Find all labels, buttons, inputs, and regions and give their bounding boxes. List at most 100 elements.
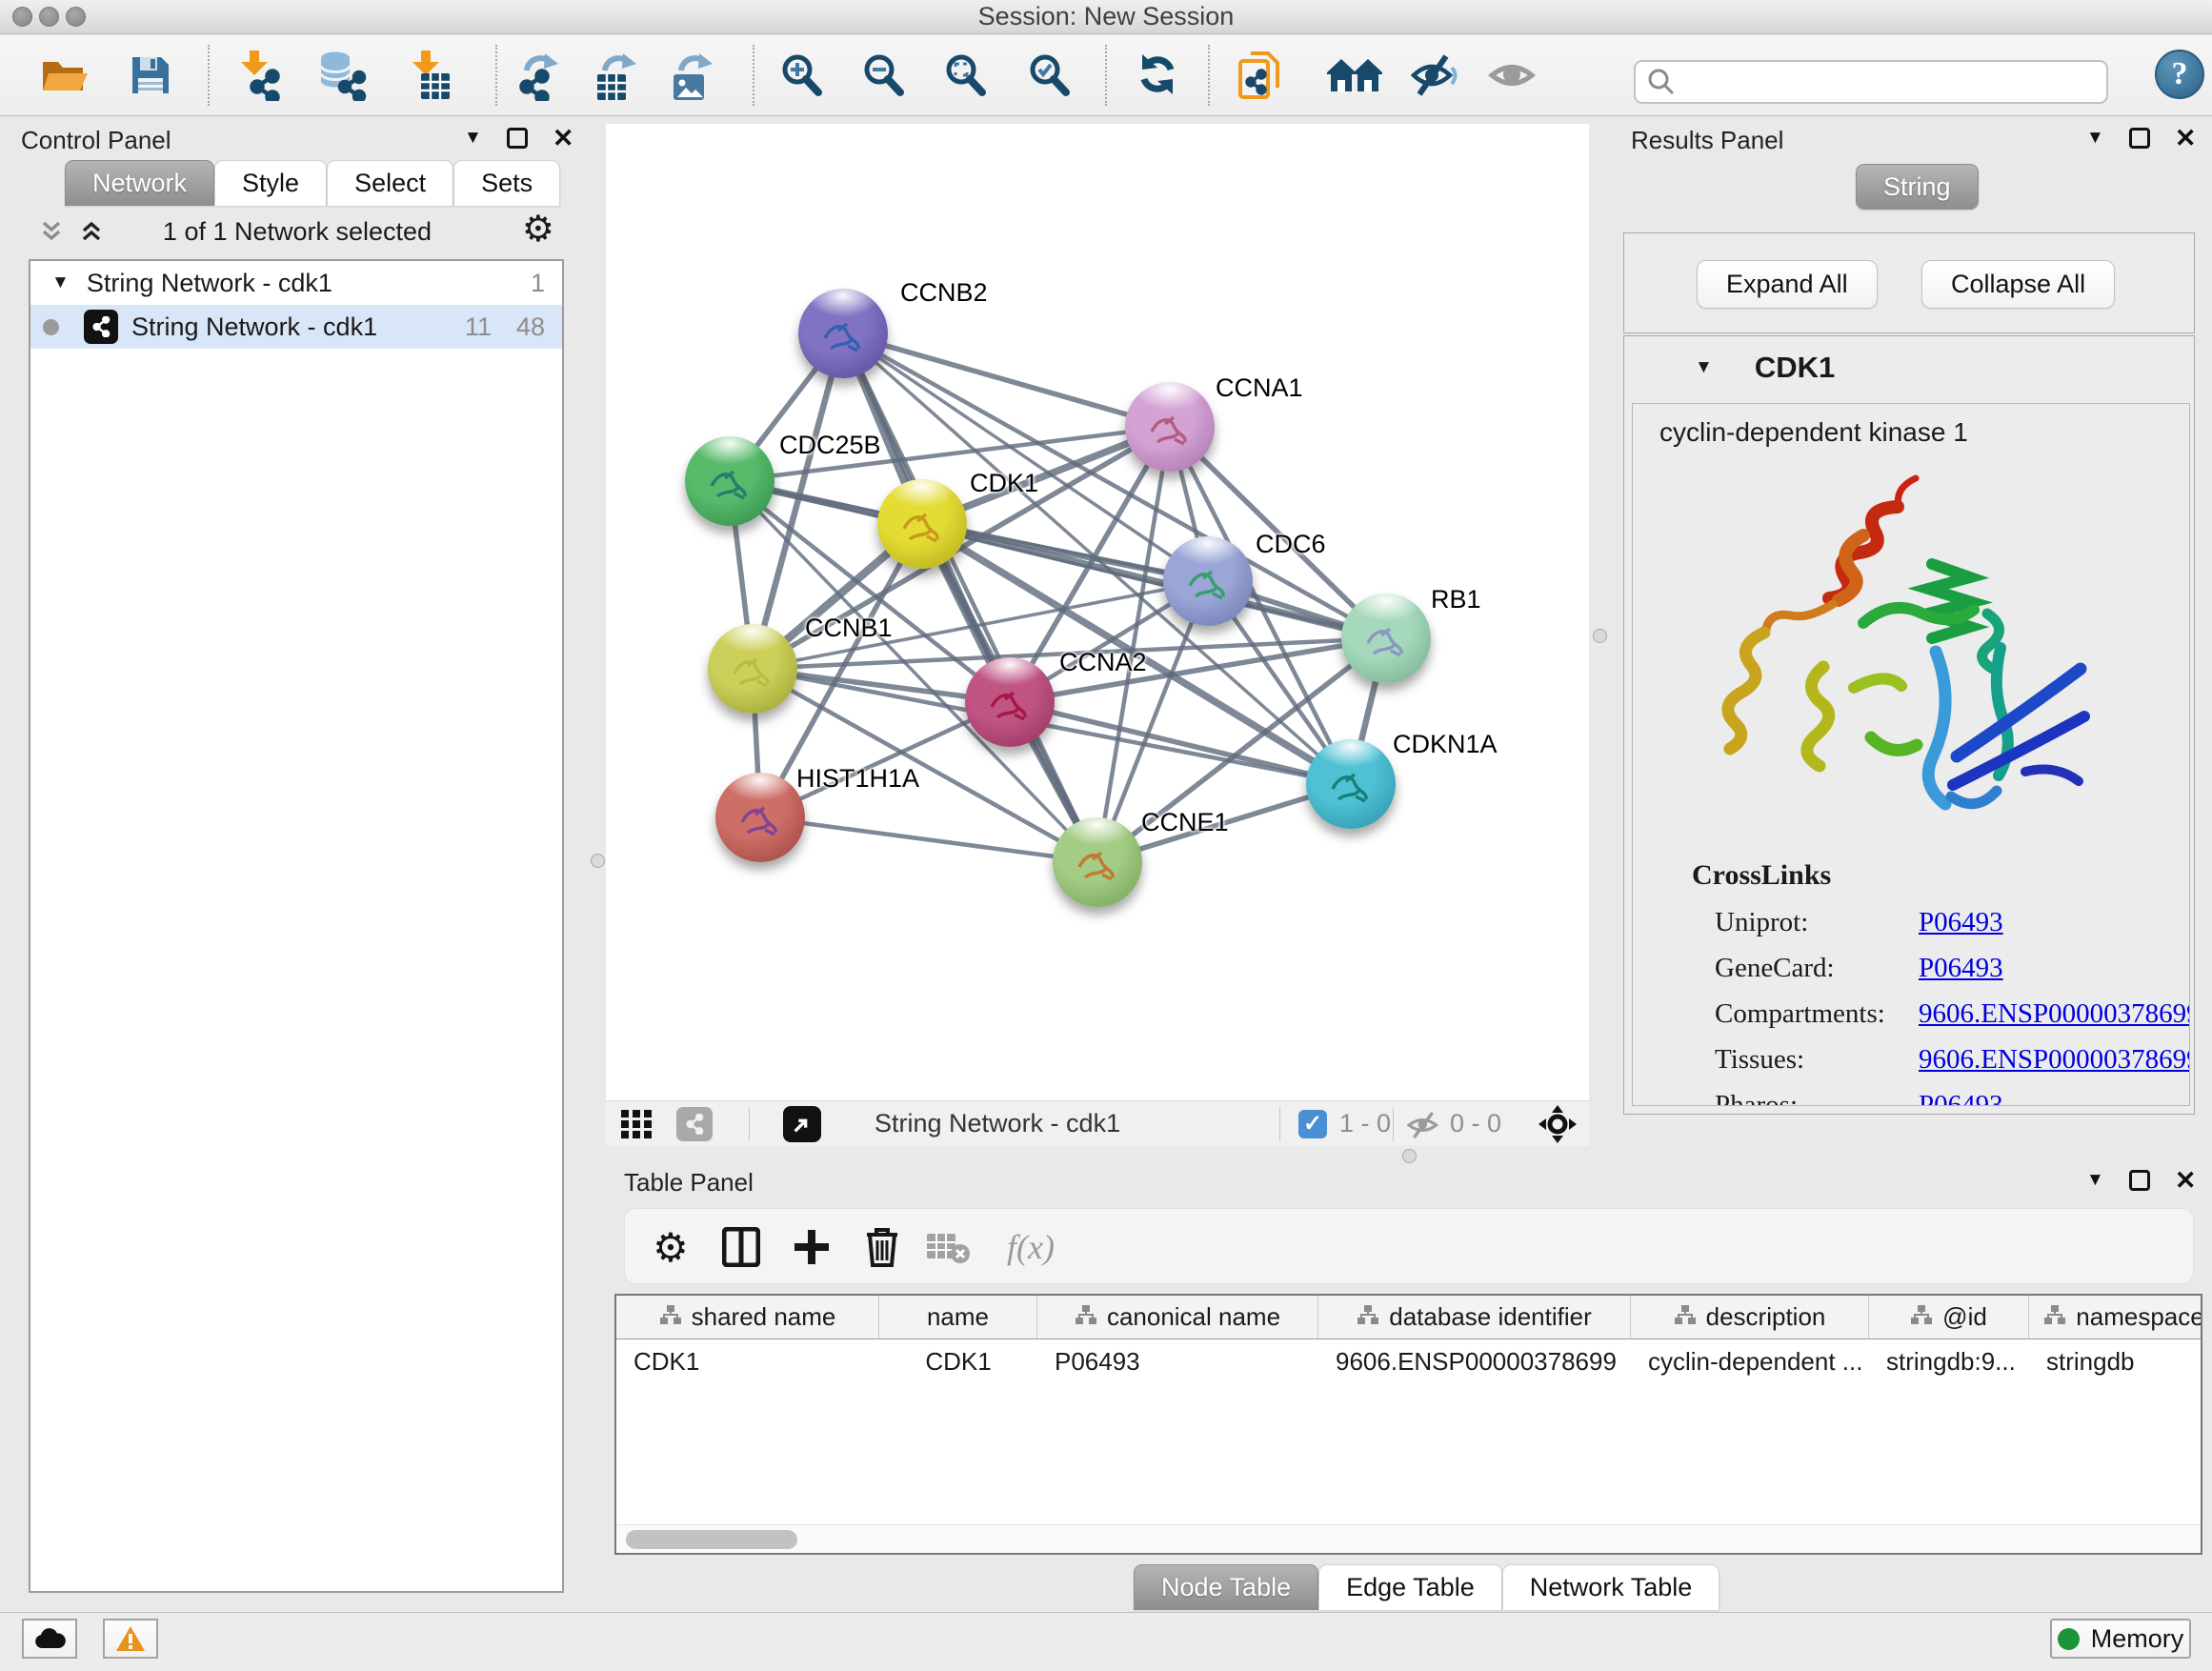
table-cell[interactable]: stringdb:9...: [1869, 1339, 2029, 1383]
network-collection-row[interactable]: ▼ String Network - cdk1 1: [30, 261, 562, 305]
network-share-icon[interactable]: [676, 1107, 713, 1141]
search-input[interactable]: [1676, 68, 2106, 97]
tab-string[interactable]: String: [1856, 164, 1979, 210]
tab-node-table[interactable]: Node Table: [1134, 1564, 1318, 1610]
table-options-gear-icon[interactable]: ⚙: [642, 1209, 699, 1285]
column-header-shared-name[interactable]: shared name: [616, 1296, 879, 1339]
show-hidden-button[interactable]: [1486, 49, 1539, 102]
selected-checkbox-icon[interactable]: ✓: [1298, 1110, 1327, 1138]
table-panel-menu-icon[interactable]: ▼: [2086, 1170, 2104, 1191]
table-cell[interactable]: stringdb: [2029, 1339, 2202, 1383]
network-node-ccnb1[interactable]: [708, 624, 797, 714]
crosslink-link[interactable]: 9606.ENSP00000378699: [1919, 1044, 2190, 1076]
results-panel-close-icon[interactable]: ✕: [2175, 128, 2197, 149]
network-node-cdkn1a[interactable]: [1306, 739, 1396, 829]
results-panel-float-icon[interactable]: [2129, 128, 2150, 149]
network-node-ccnb2[interactable]: [798, 289, 888, 378]
network-row[interactable]: String Network - cdk1 11 48: [30, 305, 562, 349]
tab-style[interactable]: Style: [214, 160, 327, 206]
column-header-name[interactable]: name: [879, 1296, 1037, 1339]
table-cell[interactable]: 9606.ENSP00000378699: [1318, 1339, 1631, 1383]
open-in-window-icon[interactable]: [783, 1106, 821, 1142]
column-header-canonical-name[interactable]: canonical name: [1037, 1296, 1318, 1339]
tab-select[interactable]: Select: [327, 160, 453, 206]
network-tree: ▼ String Network - cdk1 1 String Network…: [29, 259, 564, 1593]
column-header-description[interactable]: description: [1631, 1296, 1869, 1339]
table-cell[interactable]: CDK1: [879, 1339, 1037, 1383]
network-node-cdc25b[interactable]: [685, 436, 774, 526]
save-session-button[interactable]: [124, 49, 177, 102]
network-node-cdc6[interactable]: [1163, 536, 1253, 626]
export-network-button[interactable]: [513, 49, 566, 102]
network-edge[interactable]: [843, 333, 1170, 427]
network-node-ccna2[interactable]: [965, 657, 1055, 747]
control-panel-menu-icon[interactable]: ▼: [464, 128, 482, 149]
delete-table-icon[interactable]: [920, 1209, 977, 1285]
import-table-button[interactable]: [402, 49, 455, 102]
results-panel-menu-icon[interactable]: ▼: [2086, 128, 2104, 149]
zoom-out-button[interactable]: [857, 49, 911, 102]
clone-network-button[interactable]: [1233, 49, 1286, 102]
tab-network[interactable]: Network: [65, 160, 214, 206]
crosslink-link[interactable]: P06493: [1919, 907, 2190, 938]
network-node-hist1h1a[interactable]: [715, 773, 805, 862]
import-network-from-database-button[interactable]: [314, 49, 368, 102]
network-node-ccne1[interactable]: [1053, 817, 1142, 907]
delete-column-trash-icon[interactable]: [854, 1209, 911, 1285]
entry-caret-icon[interactable]: ▼: [1695, 357, 1713, 378]
import-network-button[interactable]: [231, 49, 284, 102]
export-image-button[interactable]: [665, 49, 718, 102]
results-panel-title: Results Panel: [1631, 126, 1783, 155]
entry-name: CDK1: [1755, 351, 1835, 385]
function-builder-icon[interactable]: f(x): [993, 1209, 1069, 1285]
zoom-in-button[interactable]: [775, 49, 829, 102]
table-horizontal-scrollbar[interactable]: [616, 1524, 2201, 1553]
network-options-gear-icon[interactable]: ⚙: [522, 211, 554, 248]
scrollbar-thumb[interactable]: [626, 1530, 797, 1549]
crosslink-link[interactable]: P06493: [1919, 1090, 2190, 1106]
collection-caret-icon[interactable]: ▼: [51, 272, 70, 293]
show-column-selector-icon[interactable]: [713, 1209, 770, 1285]
network-canvas[interactable]: CCNB2CCNA1CDC25BCDK1CDC6RB1CCNB1CCNA2CDK…: [606, 124, 1589, 1100]
table-panel-float-icon[interactable]: [2129, 1170, 2150, 1191]
pan-crosshair-icon[interactable]: [1538, 1104, 1578, 1149]
help-button[interactable]: ?: [2155, 50, 2204, 99]
right-splitter-handle[interactable]: [1593, 629, 1607, 643]
table-cell[interactable]: CDK1: [616, 1339, 879, 1383]
hide-selected-button[interactable]: [1408, 49, 1461, 102]
warnings-button[interactable]: [103, 1619, 158, 1659]
network-node-cdk1[interactable]: [877, 479, 967, 569]
table-cell[interactable]: P06493: [1037, 1339, 1318, 1383]
export-table-button[interactable]: [589, 49, 642, 102]
birdseye-grid-icon[interactable]: [621, 1110, 654, 1145]
open-session-button[interactable]: [38, 49, 91, 102]
tab-edge-table[interactable]: Edge Table: [1318, 1564, 1502, 1610]
network-node-rb1[interactable]: [1341, 594, 1431, 683]
apply-style-refresh-button[interactable]: [1132, 49, 1185, 102]
expand-all-button[interactable]: Expand All: [1697, 260, 1878, 309]
crosslink-link[interactable]: P06493: [1919, 953, 2190, 984]
collapse-all-button[interactable]: Collapse All: [1921, 260, 2115, 309]
zoom-fit-button[interactable]: [939, 49, 993, 102]
tab-network-table[interactable]: Network Table: [1502, 1564, 1720, 1610]
zoom-selected-button[interactable]: [1023, 49, 1076, 102]
control-panel-close-icon[interactable]: ✕: [553, 128, 574, 149]
table-panel-close-icon[interactable]: ✕: [2175, 1170, 2197, 1191]
tab-sets[interactable]: Sets: [453, 160, 560, 206]
network-edge[interactable]: [760, 817, 1097, 862]
cloud-status-button[interactable]: [22, 1619, 77, 1659]
entry-header[interactable]: ▼ CDK1: [1624, 336, 2194, 399]
table-row[interactable]: CDK1CDK1P064939606.ENSP00000378699cyclin…: [616, 1339, 2201, 1383]
first-neighbors-button[interactable]: [1320, 49, 1389, 102]
memory-button[interactable]: Memory: [2050, 1619, 2191, 1659]
column-header--id[interactable]: @id: [1869, 1296, 2029, 1339]
control-panel-float-icon[interactable]: [507, 128, 528, 149]
network-node-ccna1[interactable]: [1125, 382, 1215, 472]
left-splitter-handle[interactable]: [591, 854, 605, 868]
add-column-icon[interactable]: [783, 1209, 840, 1285]
table-cell[interactable]: cyclin-dependent ...: [1631, 1339, 1869, 1383]
column-header-database-identifier[interactable]: database identifier: [1318, 1296, 1631, 1339]
column-header-namespace[interactable]: namespace: [2029, 1296, 2202, 1339]
horizontal-splitter-handle[interactable]: [1402, 1149, 1417, 1163]
crosslink-link[interactable]: 9606.ENSP00000378699: [1919, 998, 2190, 1030]
